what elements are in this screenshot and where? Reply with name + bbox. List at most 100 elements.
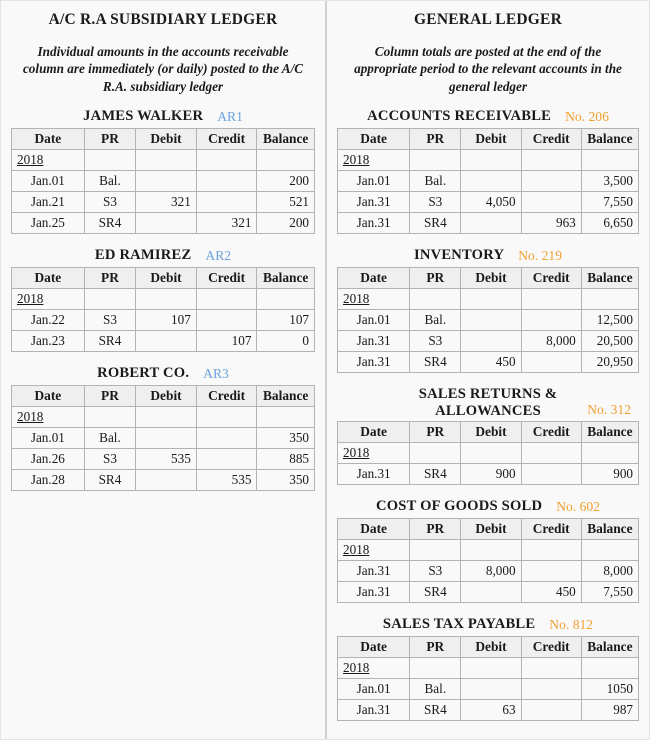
cell-balance: 3,500	[580, 170, 640, 193]
column-header-pr: PR	[83, 128, 137, 151]
cell-date: Jan.31	[336, 191, 411, 214]
subsidiary-ledger-description: Individual amounts in the accounts recei…	[22, 44, 304, 94]
table-row: Jan.31 SR4 450 20,950	[336, 351, 640, 374]
year-value: 2018	[343, 152, 370, 168]
year-value: 2018	[343, 444, 370, 460]
year-row-empty-cell	[460, 656, 522, 679]
account-code: No. 206	[565, 109, 609, 125]
year-row-empty-cell	[83, 149, 137, 172]
year-row: 2018	[336, 656, 640, 679]
cell-credit	[195, 191, 258, 214]
cell-date: Jan.23	[11, 330, 85, 353]
cell-debit	[460, 309, 522, 332]
year-row-empty-cell	[580, 656, 640, 679]
cell-credit	[195, 309, 258, 332]
year-row-empty-cell	[83, 406, 137, 429]
account-name: COST OF GOODS SOLD	[375, 497, 543, 514]
column-header-balance: Balance	[580, 128, 640, 151]
account-code: AR2	[205, 248, 232, 264]
cell-pr: Bal.	[409, 170, 462, 193]
cell-credit	[520, 191, 582, 214]
cell-date: Jan.31	[336, 559, 411, 582]
year-value: 2018	[343, 291, 370, 307]
account-header-accounts-receivable: ACCOUNTS RECEIVABLE No. 206	[337, 108, 639, 125]
year-row: 2018	[11, 149, 315, 172]
table-header-row: Date PR Debit Credit Balance	[336, 420, 640, 443]
year-row-empty-cell	[520, 441, 582, 464]
cell-debit: 107	[135, 309, 197, 332]
cell-date: Jan.31	[336, 698, 411, 721]
year-row: 2018	[11, 406, 315, 429]
subsidiary-account-list: JAMES WALKER AR1 Date PR Debit Credit Balance 2…	[11, 108, 315, 492]
cell-debit	[460, 580, 522, 603]
table-header-row: Date PR Debit Credit Balance	[336, 635, 640, 658]
column-header-credit: Credit	[520, 267, 582, 290]
account-block-ed-ramirez: ED RAMIREZ AR2 Date PR Debit Credit Balance 201…	[11, 247, 315, 353]
cell-pr: S3	[83, 448, 137, 471]
cell-credit	[520, 462, 582, 485]
account-name: SALES RETURNS & ALLOWANCES	[419, 386, 557, 419]
column-header-debit: Debit	[460, 517, 522, 540]
cell-pr: Bal.	[409, 677, 462, 700]
cell-balance: 350	[256, 427, 315, 450]
column-header-debit: Debit	[135, 128, 197, 151]
cell-balance: 521	[256, 191, 315, 214]
cell-balance: 200	[256, 170, 315, 193]
account-header-james-walker: JAMES WALKER AR1	[11, 108, 315, 125]
year-row-empty-cell	[580, 538, 640, 561]
year-row: 2018	[336, 149, 640, 172]
cell-credit	[520, 698, 582, 721]
cell-debit	[135, 170, 197, 193]
cell-date: Jan.22	[11, 309, 85, 332]
account-header-ed-ramirez: ED RAMIREZ AR2	[11, 247, 315, 264]
cell-balance: 987	[580, 698, 640, 721]
column-header-date: Date	[336, 420, 411, 443]
year-row-empty-cell	[135, 288, 197, 311]
cell-pr: S3	[83, 309, 137, 332]
ledger-table-inventory: Date PR Debit Credit Balance 2018 Jan.01 Bal. 12…	[336, 267, 640, 374]
ledger-page: A/C R.A SUBSIDIARY LEDGER Individual amo…	[1, 1, 649, 739]
cell-credit: 8,000	[520, 330, 582, 353]
cell-debit	[135, 469, 197, 492]
column-header-date: Date	[336, 635, 411, 658]
cell-pr: Bal.	[83, 170, 137, 193]
cell-debit	[135, 330, 197, 353]
account-header-robert-co: ROBERT CO. AR3	[11, 365, 315, 382]
column-header-pr: PR	[83, 385, 137, 408]
cell-pr: Bal.	[83, 427, 137, 450]
column-header-credit: Credit	[520, 420, 582, 443]
cell-credit	[520, 309, 582, 332]
column-header-balance: Balance	[256, 128, 315, 151]
cell-debit: 321	[135, 191, 197, 214]
year-label: 2018	[336, 288, 411, 311]
cell-pr: S3	[409, 191, 462, 214]
year-row-empty-cell	[580, 288, 640, 311]
cell-credit: 107	[195, 330, 258, 353]
ledger-table-accounts-receivable: Date PR Debit Credit Balance 2018 Jan.01 Bal. 3,…	[336, 128, 640, 235]
cell-credit	[520, 677, 582, 700]
year-row-empty-cell	[409, 538, 462, 561]
account-block-cost-of-goods-sold: COST OF GOODS SOLD No. 602 Date PR Debit Cred…	[336, 497, 640, 603]
table-header-row: Date PR Debit Credit Balance	[11, 267, 315, 290]
cell-debit	[460, 677, 522, 700]
year-row-empty-cell	[520, 656, 582, 679]
account-name: ED RAMIREZ	[94, 247, 192, 264]
account-code: AR3	[203, 366, 229, 382]
table-header-row: Date PR Debit Credit Balance	[336, 267, 640, 290]
cell-balance: 0	[256, 330, 315, 353]
year-row-empty-cell	[256, 288, 315, 311]
cell-balance: 200	[256, 212, 315, 235]
subsidiary-ledger-column: A/C R.A SUBSIDIARY LEDGER Individual amo…	[1, 1, 325, 739]
cell-balance: 7,550	[580, 580, 640, 603]
year-value: 2018	[343, 659, 370, 675]
column-header-credit: Credit	[195, 128, 258, 151]
general-ledger-title: GENERAL LEDGER	[414, 11, 562, 28]
year-row-empty-cell	[135, 149, 197, 172]
year-row: 2018	[336, 538, 640, 561]
year-value: 2018	[17, 409, 44, 425]
table-row: Jan.31 S3 8,000 8,000	[336, 559, 640, 582]
cell-balance: 20,500	[580, 330, 640, 353]
general-ledger-column: GENERAL LEDGER Column totals are posted …	[325, 1, 649, 739]
table-header-row: Date PR Debit Credit Balance	[11, 385, 315, 408]
column-header-debit: Debit	[135, 267, 197, 290]
